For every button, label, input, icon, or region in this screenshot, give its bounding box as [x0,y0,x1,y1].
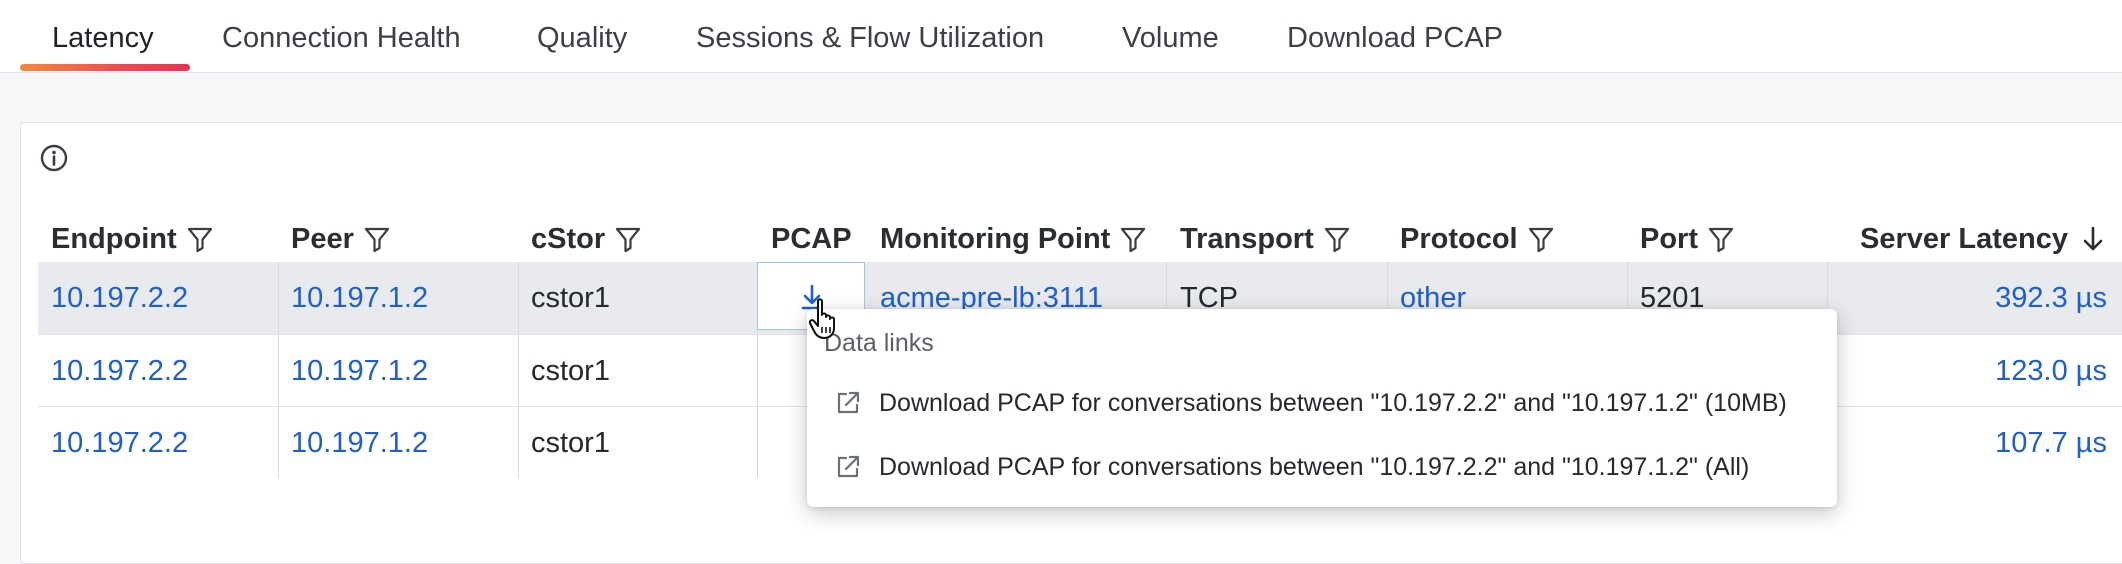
column-header-cstor[interactable]: cStor [531,211,643,267]
endpoint-link[interactable]: 10.197.2.2 [51,335,188,407]
peer-link[interactable]: 10.197.1.2 [291,335,428,407]
peer-link[interactable]: 10.197.1.2 [291,262,428,334]
cstor-cell: cstor1 [531,427,610,459]
cstor-cell: cstor1 [531,282,610,314]
column-header-peer[interactable]: Peer [291,211,392,267]
column-header-label: Peer [291,222,354,255]
column-divider [278,262,279,478]
external-link-icon [837,455,860,478]
tab-quality[interactable]: Quality [537,0,627,72]
active-tab-indicator [20,64,190,71]
column-header-label: PCAP [771,222,852,255]
column-header-transport[interactable]: Transport [1180,211,1352,267]
tab-bar: Latency Connection Health Quality Sessio… [0,0,2122,73]
data-links-popup: Data links Download PCAP for conversatio… [807,309,1837,507]
external-link-icon [837,391,860,414]
cstor-cell: cstor1 [531,355,610,387]
column-divider [518,262,519,478]
column-header-label: Port [1640,222,1698,255]
column-header-label: Monitoring Point [880,222,1111,255]
column-header-endpoint[interactable]: Endpoint [51,211,215,267]
column-header-label: Transport [1180,222,1314,255]
column-header-label: Server Latency [1860,222,2068,255]
info-icon[interactable] [39,143,69,173]
tab-download-pcap[interactable]: Download PCAP [1287,0,1503,72]
menu-item-label: Download PCAP for conversations between … [879,389,1787,417]
peer-link[interactable]: 10.197.1.2 [291,407,428,479]
tab-volume[interactable]: Volume [1122,0,1219,72]
download-pcap-all-menu-item[interactable]: Download PCAP for conversations between … [807,438,1837,496]
server-latency-link[interactable]: 392.3 µs [1841,262,2107,334]
column-header-port[interactable]: Port [1640,211,1736,267]
tab-connection-health[interactable]: Connection Health [222,0,461,72]
column-header-label: Protocol [1400,222,1518,255]
filter-icon[interactable] [1118,224,1148,254]
column-header-protocol[interactable]: Protocol [1400,211,1556,267]
download-pcap-10mb-menu-item[interactable]: Download PCAP for conversations between … [807,374,1837,432]
column-header-label: cStor [531,222,606,255]
filter-icon[interactable] [362,224,392,254]
server-latency-link[interactable]: 123.0 µs [1841,335,2107,407]
filter-icon[interactable] [185,224,215,254]
column-header-pcap: PCAP [771,211,852,267]
tab-sessions-flow-utilization[interactable]: Sessions & Flow Utilization [696,0,1044,72]
hand-cursor-icon [808,298,835,339]
filter-icon[interactable] [613,224,643,254]
filter-icon[interactable] [1526,224,1556,254]
column-header-server-latency[interactable]: Server Latency [1860,211,2106,267]
column-header-monitoring-point[interactable]: Monitoring Point [880,211,1148,267]
endpoint-link[interactable]: 10.197.2.2 [51,407,188,479]
server-latency-link[interactable]: 107.7 µs [1841,407,2107,479]
filter-icon[interactable] [1322,224,1352,254]
filter-icon[interactable] [1706,224,1736,254]
column-header-label: Endpoint [51,222,177,255]
endpoint-link[interactable]: 10.197.2.2 [51,262,188,334]
sort-down-arrow-icon[interactable] [2080,224,2106,254]
tab-latency[interactable]: Latency [52,0,154,72]
menu-item-label: Download PCAP for conversations between … [879,453,1750,481]
